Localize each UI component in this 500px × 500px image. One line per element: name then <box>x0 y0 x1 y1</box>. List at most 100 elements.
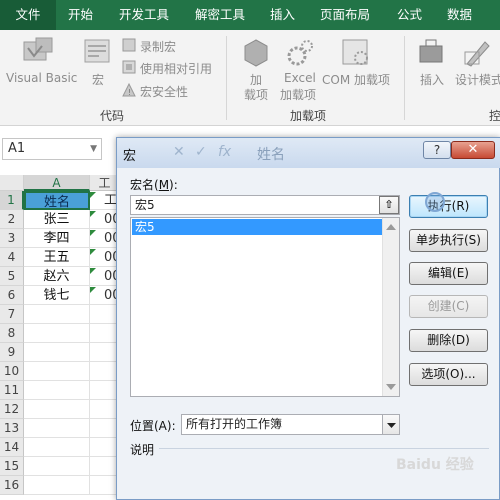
cell-column-a[interactable] <box>24 476 90 495</box>
tab-home[interactable]: 开始 <box>68 0 93 30</box>
visual-basic-button[interactable]: Visual Basic <box>6 71 77 85</box>
excel-add-ins-line1[interactable]: Excel <box>284 71 316 85</box>
cell-column-a[interactable] <box>24 324 90 343</box>
close-button[interactable]: ✕ <box>451 141 495 159</box>
select-all-corner[interactable] <box>0 175 24 191</box>
add-ins-label-line2[interactable]: 载项 <box>244 86 268 103</box>
row-header[interactable]: 9 <box>0 343 24 362</box>
cell-column-a[interactable] <box>24 419 90 438</box>
cell-column-a[interactable] <box>24 438 90 457</box>
cell-column-a[interactable] <box>24 343 90 362</box>
create-button[interactable]: 创建(C) <box>409 295 488 318</box>
dialog-title-bar[interactable]: 宏 ✕ ✓ fx 姓名 ? ✕ <box>117 138 500 168</box>
tab-developer[interactable]: 开发工具 <box>119 0 169 30</box>
tab-file[interactable]: 文件 <box>0 0 56 30</box>
dropdown-button[interactable] <box>382 415 399 434</box>
function-icon: fx <box>218 144 232 160</box>
cell-column-a[interactable] <box>24 457 90 476</box>
name-box-value: A1 <box>8 141 26 156</box>
row-header[interactable]: 14 <box>0 438 24 457</box>
cell-column-a[interactable]: 赵六 <box>24 267 90 286</box>
collapse-dialog-button[interactable]: ⇧ <box>379 196 399 214</box>
warning-icon: ! <box>122 83 136 97</box>
row-header[interactable]: 7 <box>0 305 24 324</box>
controls-group-label: 控 <box>489 109 500 123</box>
scroll-down-icon[interactable] <box>386 384 396 390</box>
watermark-text: Baidu 经验 <box>396 457 474 473</box>
cell-column-a[interactable] <box>24 381 90 400</box>
vertical-scrollbar[interactable] <box>382 218 399 396</box>
tab-insert[interactable]: 插入 <box>270 0 295 30</box>
chevron-down-icon[interactable]: ▼ <box>90 139 97 159</box>
macros-button[interactable]: 宏 <box>92 71 104 88</box>
chevron-down-icon <box>387 423 396 428</box>
ribbon-body: Visual Basic 宏 录制宏 使用相对引用 ! 宏安全性 代码 加 载项… <box>0 30 500 126</box>
help-button[interactable]: ? <box>423 141 451 159</box>
tab-data[interactable]: 数据 <box>447 0 472 30</box>
location-label: 位置(A): <box>130 419 176 433</box>
macro-list[interactable]: 宏5 <box>130 217 400 397</box>
macro-name-label: 宏名(M): <box>130 178 178 192</box>
error-indicator-icon <box>90 230 96 236</box>
cell-column-a[interactable]: 王五 <box>24 248 90 267</box>
cancel-icon: ✕ <box>173 144 185 160</box>
error-indicator-icon <box>90 268 96 274</box>
delete-button[interactable]: 删除(D) <box>409 329 488 352</box>
description-separator <box>159 448 489 449</box>
cell-column-a[interactable] <box>24 362 90 381</box>
macro-list-item[interactable]: 宏5 <box>132 219 382 235</box>
row-header[interactable]: 6 <box>0 286 24 305</box>
check-icon: ✓ <box>195 144 207 160</box>
relative-reference-icon <box>122 60 136 74</box>
row-header[interactable]: 1 <box>0 191 24 210</box>
record-macro-button[interactable]: 录制宏 <box>140 38 176 55</box>
macro-dialog: 宏 ✕ ✓ fx 姓名 ? ✕ 宏名(M): 宏5 ⇧ 宏5 执行(R) 单步执… <box>116 137 500 500</box>
row-header[interactable]: 2 <box>0 210 24 229</box>
selected-cell-a1[interactable]: 姓名 <box>24 191 90 210</box>
cursor-highlight-icon <box>425 192 445 212</box>
run-button[interactable]: 执行(R) <box>409 195 488 218</box>
cell-column-a[interactable] <box>24 400 90 419</box>
error-indicator-icon <box>90 211 96 217</box>
ribbon-tabs: 文件 开始 开发工具 解密工具 插入 页面布局 公式 数据 <box>0 0 500 30</box>
row-header[interactable]: 3 <box>0 229 24 248</box>
error-indicator-icon <box>90 249 96 255</box>
com-add-ins-button[interactable]: COM 加载项 <box>322 71 390 88</box>
row-header[interactable]: 16 <box>0 476 24 495</box>
location-select[interactable]: 所有打开的工作簿 <box>181 414 400 435</box>
options-button[interactable]: 选项(O)... <box>409 363 488 386</box>
macro-name-input[interactable]: 宏5 <box>130 195 400 215</box>
cell-column-a[interactable]: 张三 <box>24 210 90 229</box>
record-macro-icon <box>122 38 136 52</box>
step-into-button[interactable]: 单步执行(S) <box>409 229 488 252</box>
add-ins-icon <box>244 39 268 67</box>
cell-column-a[interactable]: 李四 <box>24 229 90 248</box>
row-header[interactable]: 11 <box>0 381 24 400</box>
cell-column-a[interactable]: 钱七 <box>24 286 90 305</box>
row-header[interactable]: 8 <box>0 324 24 343</box>
macros-icon <box>84 39 110 63</box>
use-relative-references-button[interactable]: 使用相对引用 <box>140 60 212 77</box>
row-header[interactable]: 5 <box>0 267 24 286</box>
row-header[interactable]: 4 <box>0 248 24 267</box>
tab-decrypt-tools[interactable]: 解密工具 <box>195 0 245 30</box>
edit-button[interactable]: 编辑(E) <box>409 262 488 285</box>
tab-page-layout[interactable]: 页面布局 <box>320 0 370 30</box>
row-header[interactable]: 10 <box>0 362 24 381</box>
excel-add-ins-line2[interactable]: 加载项 <box>280 86 316 103</box>
location-select-value: 所有打开的工作簿 <box>186 417 283 431</box>
column-header-a[interactable]: A <box>24 175 90 191</box>
excel-window: 文件 开始 开发工具 解密工具 插入 页面布局 公式 数据 Visual Bas… <box>0 0 500 500</box>
row-header[interactable]: 15 <box>0 457 24 476</box>
code-group-label: 代码 <box>100 109 125 123</box>
name-box[interactable]: A1 ▼ <box>2 138 102 160</box>
excel-add-ins-gear-icon <box>287 40 313 66</box>
cell-column-a[interactable] <box>24 305 90 324</box>
row-header[interactable]: 13 <box>0 419 24 438</box>
design-mode-button[interactable]: 设计模式 <box>455 71 500 88</box>
tab-formulas[interactable]: 公式 <box>397 0 422 30</box>
insert-controls-button[interactable]: 插入 <box>420 71 444 88</box>
scroll-up-icon[interactable] <box>386 224 396 230</box>
row-header[interactable]: 12 <box>0 400 24 419</box>
macro-security-button[interactable]: 宏安全性 <box>140 83 188 100</box>
